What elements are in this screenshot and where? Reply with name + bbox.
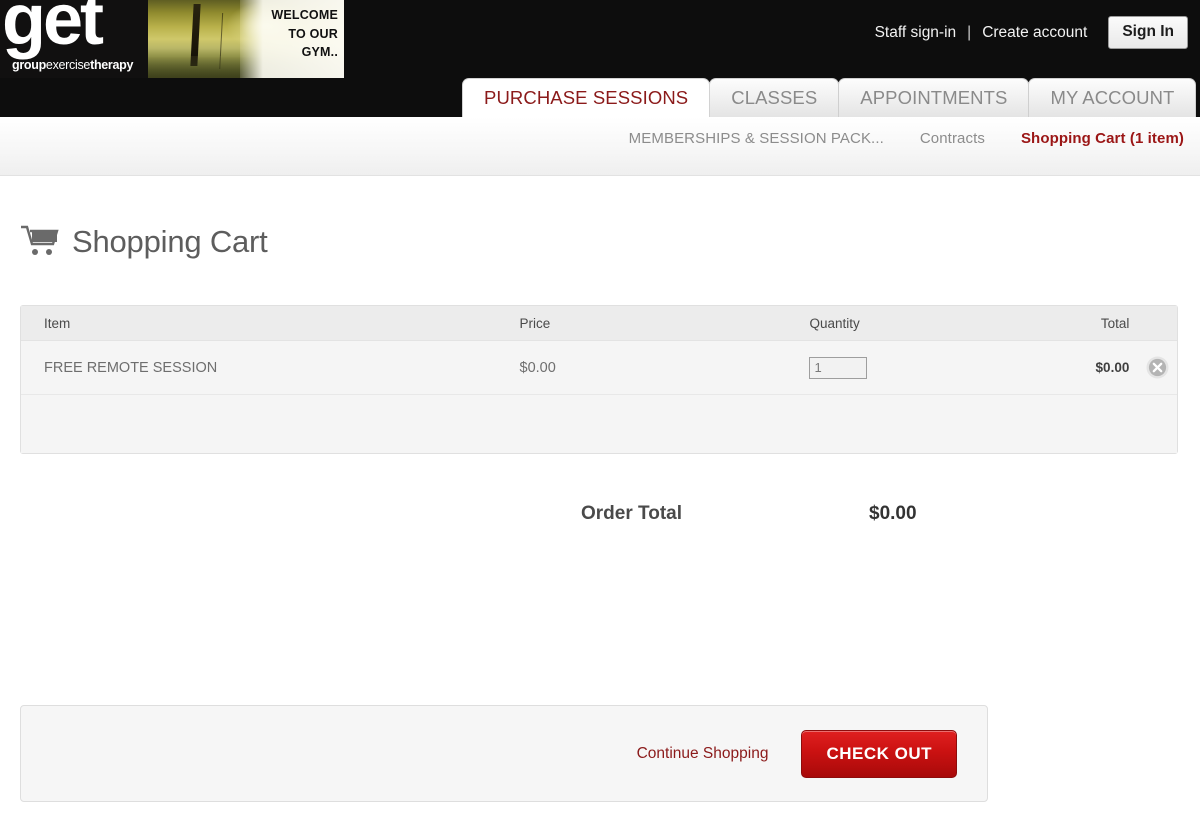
cart-table: Item Price Quantity Total FREE REMOTE SE… — [20, 305, 1178, 454]
site-header: get groupexercisetherapy WELCOME TO OUR … — [0, 0, 1200, 117]
logo-tagline: groupexercisetherapy — [12, 58, 133, 72]
account-links-separator: | — [965, 24, 973, 42]
cart-item-price: $0.00 — [520, 360, 810, 376]
secondary-nav-items: MEMBERSHIPS & SESSION PACK... Contracts … — [611, 130, 1184, 147]
remove-circle-x-icon — [1146, 356, 1169, 379]
welcome-banner: WELCOME TO OUR GYM.. — [148, 0, 344, 78]
page-title: Shopping Cart — [72, 226, 268, 257]
page-title-row: Shopping Cart — [20, 224, 268, 258]
cart-row: FREE REMOTE SESSION $0.00 $0.00 — [21, 341, 1177, 395]
subnav-item-contracts[interactable]: Contracts — [902, 130, 1003, 147]
quantity-input[interactable] — [809, 357, 867, 379]
logo[interactable]: get groupexercisetherapy — [0, 0, 148, 78]
cart-item-remove-cell — [1138, 356, 1177, 379]
shopping-cart-icon — [20, 224, 60, 258]
cart-actions: Continue Shopping CHECK OUT — [637, 706, 957, 801]
column-header-item: Item — [21, 316, 520, 331]
sign-in-button[interactable]: Sign In — [1108, 16, 1188, 49]
order-total-value: $0.00 — [869, 503, 959, 525]
staff-signin-link[interactable]: Staff sign-in — [866, 24, 966, 42]
column-header-total: Total — [1008, 316, 1139, 331]
cart-table-header: Item Price Quantity Total — [21, 306, 1177, 341]
checkout-button[interactable]: CHECK OUT — [801, 730, 957, 778]
cart-item-quantity-cell — [809, 357, 1007, 379]
column-header-price: Price — [520, 316, 810, 331]
cart-table-footer — [21, 395, 1177, 453]
cart-item-total: $0.00 — [1008, 360, 1139, 375]
tab-my-account[interactable]: MY ACCOUNT — [1028, 78, 1196, 117]
column-header-quantity: Quantity — [809, 316, 1007, 331]
logo-tagline-therapy: therapy — [90, 58, 133, 72]
banner-line-2: TO OUR — [250, 25, 338, 44]
logo-tagline-group: group — [12, 58, 46, 72]
tab-appointments[interactable]: APPOINTMENTS — [838, 78, 1029, 117]
banner-line-3: GYM.. — [250, 43, 338, 62]
create-account-link[interactable]: Create account — [973, 24, 1096, 42]
continue-shopping-link[interactable]: Continue Shopping — [637, 745, 769, 763]
banner-line-1: WELCOME — [250, 6, 338, 25]
order-total-row: Order Total $0.00 — [20, 500, 1178, 532]
logo-wordmark: get — [2, 0, 101, 56]
cart-item-name: FREE REMOTE SESSION — [21, 360, 520, 376]
remove-item-button[interactable] — [1146, 356, 1169, 379]
subnav-item-memberships[interactable]: MEMBERSHIPS & SESSION PACK... — [611, 130, 902, 147]
secondary-nav: MEMBERSHIPS & SESSION PACK... Contracts … — [0, 117, 1200, 176]
logo-tagline-exercise: exercise — [46, 58, 90, 72]
tab-purchase-sessions[interactable]: PURCHASE SESSIONS — [462, 78, 710, 117]
subnav-item-shopping-cart[interactable]: Shopping Cart (1 item) — [1003, 130, 1184, 147]
cart-actions-panel: Continue Shopping CHECK OUT — [20, 705, 988, 802]
tab-classes[interactable]: CLASSES — [709, 78, 839, 117]
account-links: Staff sign-in | Create account Sign In — [866, 16, 1188, 49]
order-total-label: Order Total — [581, 503, 682, 525]
banner-text: WELCOME TO OUR GYM.. — [250, 6, 338, 62]
primary-tabs: PURCHASE SESSIONS CLASSES APPOINTMENTS M… — [462, 78, 1195, 117]
